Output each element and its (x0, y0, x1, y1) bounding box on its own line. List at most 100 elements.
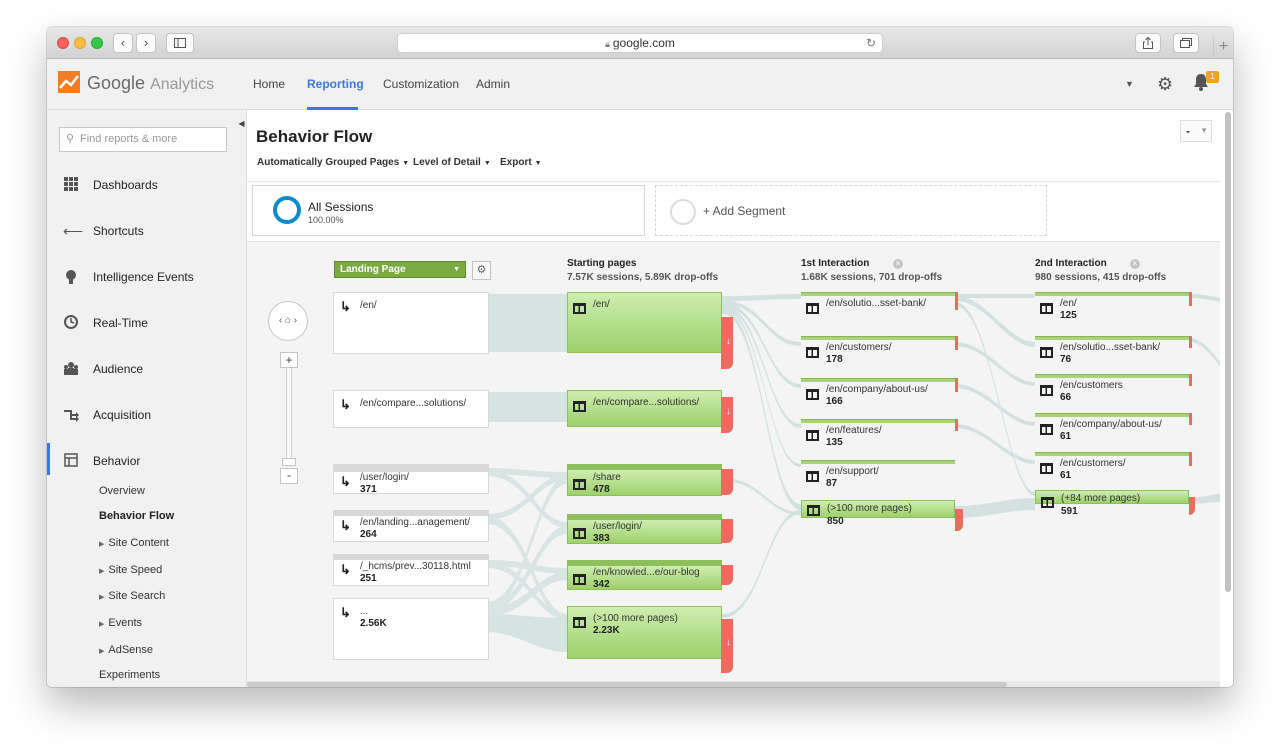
column-summary-second-interaction: 980 sessions, 415 drop-offs (1035, 272, 1167, 283)
zoom-window-button[interactable] (91, 37, 103, 49)
dropoff-bar[interactable] (955, 509, 963, 531)
zoom-slider-track[interactable] (286, 368, 292, 464)
flow-link (955, 384, 1035, 426)
sidebar-sub-behavior-flow[interactable]: Behavior Flow (99, 510, 174, 522)
dropoff-bar[interactable] (955, 292, 958, 310)
second-interaction-node[interactable]: /en/company/about-us/ 61 (1035, 413, 1192, 449)
sidebar-item-acquisition[interactable]: Acquisition (47, 400, 247, 430)
landing-node[interactable]: ↳ /_hcms/prev...30118.html 251 (333, 554, 489, 586)
view-select[interactable]: - ▼ (1180, 120, 1212, 142)
back-button[interactable]: ‹ (113, 33, 133, 53)
tab-home[interactable]: Home (253, 77, 285, 91)
node-label: /en/solutio...sset-bank/ (1060, 342, 1161, 353)
sidebar-sub-site-speed[interactable]: ▶ Site Speed (99, 564, 162, 576)
dropoff-bar[interactable] (955, 378, 958, 392)
first-interaction-node[interactable]: /en/support/ 87 (801, 460, 957, 496)
reload-icon[interactable]: ↻ (866, 34, 876, 53)
landing-node[interactable]: ↳ /en/ (333, 292, 489, 354)
dropoff-bar[interactable] (955, 419, 958, 431)
zoom-slider-handle[interactable] (282, 458, 296, 466)
column-title-starting: Starting pages (567, 258, 637, 269)
sidebar-sub-overview[interactable]: Overview (99, 485, 145, 497)
export-menu[interactable]: Export ▼ (500, 157, 542, 168)
acquisition-icon (63, 407, 79, 423)
horizontal-scrollbar[interactable] (247, 681, 1220, 687)
dropoff-bar[interactable] (1189, 374, 1192, 386)
sidebar-item-behavior[interactable]: Behavior (47, 446, 247, 476)
sidebar-item-dashboards[interactable]: Dashboards (47, 170, 247, 200)
dropoff-bar[interactable] (721, 565, 733, 585)
first-interaction-node[interactable]: (>100 more pages) 850 (801, 500, 963, 531)
sidebar-sub-events[interactable]: ▶ Events (99, 617, 142, 629)
dropoff-bar[interactable] (1189, 413, 1192, 425)
first-interaction-node[interactable]: /en/customers/ 178 (801, 336, 958, 372)
gear-icon[interactable]: ⚙ (1157, 74, 1173, 95)
dropoff-bar[interactable] (955, 336, 958, 350)
level-of-detail-menu[interactable]: Level of Detail ▼ (413, 157, 491, 168)
dropoff-bar[interactable] (721, 519, 733, 543)
sidebar-item-shortcuts[interactable]: ⟵ Shortcuts (47, 216, 247, 246)
forward-button[interactable]: › (136, 33, 156, 53)
remove-column-icon[interactable]: × (893, 259, 903, 269)
tab-admin[interactable]: Admin (476, 77, 510, 91)
second-interaction-node[interactable]: /en/solutio...sset-bank/ 76 (1035, 336, 1192, 372)
vertical-scrollbar[interactable] (1223, 110, 1233, 687)
landing-node[interactable]: ↳ /user/login/ 371 (333, 464, 489, 495)
sidebar-sub-site-content[interactable]: ▶ Site Content (99, 537, 169, 549)
pan-control[interactable]: ‹ ⌂ › (268, 301, 308, 341)
behavior-flow-canvas[interactable]: Starting pages 7.57K sessions, 5.89K dro… (247, 241, 1220, 687)
second-interaction-node[interactable]: /en/customers 66 (1035, 374, 1192, 410)
address-bar[interactable]: 🔒︎ google.com ↻ (397, 33, 883, 53)
account-dropdown-icon[interactable]: ▼ (1125, 79, 1134, 89)
dropoff-bar[interactable] (1189, 292, 1192, 306)
dropoff-bar[interactable] (1189, 452, 1192, 466)
first-interaction-node[interactable]: /en/company/about-us/ 166 (801, 378, 958, 414)
second-interaction-node[interactable]: (+84 more pages) 591 (1035, 490, 1195, 517)
starting-node[interactable]: /en/knowled...e/our-blog 342 (567, 560, 733, 590)
entry-arrow-icon: ↳ (340, 518, 351, 533)
segment-percent: 100.00% (308, 215, 344, 225)
grouped-pages-menu[interactable]: Automatically Grouped Pages ▼ (257, 157, 409, 168)
sidebar-sub-site-search[interactable]: ▶ Site Search (99, 590, 165, 602)
zoom-out-button[interactable]: - (280, 468, 298, 484)
dropoff-bar[interactable] (721, 469, 733, 495)
zoom-in-button[interactable]: + (280, 352, 298, 368)
sidebar-sub-adsense[interactable]: ▶ AdSense (99, 644, 153, 656)
sidebar-item-label: Shortcuts (93, 224, 144, 238)
sidebar-item-intelligence-events[interactable]: Intelligence Events (47, 262, 247, 292)
starting-node[interactable]: /en/ ↓ (567, 292, 733, 369)
minimize-window-button[interactable] (74, 37, 86, 49)
scrollbar-thumb[interactable] (247, 682, 1007, 687)
starting-node[interactable]: /share 478 (567, 464, 733, 496)
landing-node[interactable]: ↳ ... 2.56K (333, 598, 489, 660)
sidebar-toggle-button[interactable] (166, 33, 194, 53)
starting-node[interactable]: /en/compare...solutions/ ↓ (567, 390, 733, 433)
collapse-sidebar-icon[interactable]: ◀ (236, 115, 247, 133)
landing-node[interactable]: ↳ /en/compare...solutions/ (333, 390, 489, 428)
first-interaction-node[interactable]: /en/features/ 135 (801, 419, 958, 455)
landing-node[interactable]: ↳ /en/landing...anagement/ 264 (333, 510, 489, 542)
new-tab-button[interactable]: + (1213, 37, 1233, 59)
sidebar-sub-experiments[interactable]: Experiments (99, 669, 160, 681)
first-interaction-node[interactable]: /en/solutio...sset-bank/ (801, 292, 958, 332)
remove-column-icon[interactable]: × (1130, 259, 1140, 269)
add-segment-button[interactable]: + Add Segment (655, 185, 1047, 236)
sidebar-item-audience[interactable]: Audience (47, 354, 247, 384)
tabs-overview-button[interactable] (1173, 33, 1199, 53)
second-interaction-node[interactable]: /en/ 125 (1035, 292, 1192, 328)
starting-node[interactable]: (>100 more pages) 2.23K ↓ (567, 606, 733, 673)
dimension-select[interactable]: Landing Page ▼ (334, 261, 466, 278)
dimension-settings-gear-icon[interactable]: ⚙ (472, 261, 491, 280)
scrollbar-thumb[interactable] (1225, 112, 1231, 592)
dropoff-bar[interactable] (1189, 336, 1192, 348)
share-button[interactable] (1135, 33, 1161, 53)
node-volume-bar (1035, 292, 1189, 296)
segment-all-sessions[interactable]: All Sessions 100.00% (252, 185, 645, 236)
sidebar-item-real-time[interactable]: Real-Time (47, 308, 247, 338)
tab-reporting[interactable]: Reporting (307, 77, 364, 91)
starting-node[interactable]: /user/login/ 383 (567, 514, 733, 544)
tab-customization[interactable]: Customization (383, 77, 459, 91)
close-window-button[interactable] (57, 37, 69, 49)
second-interaction-node[interactable]: /en/customers/ 61 (1035, 452, 1192, 488)
search-input[interactable]: ⚲ Find reports & more (59, 127, 227, 152)
